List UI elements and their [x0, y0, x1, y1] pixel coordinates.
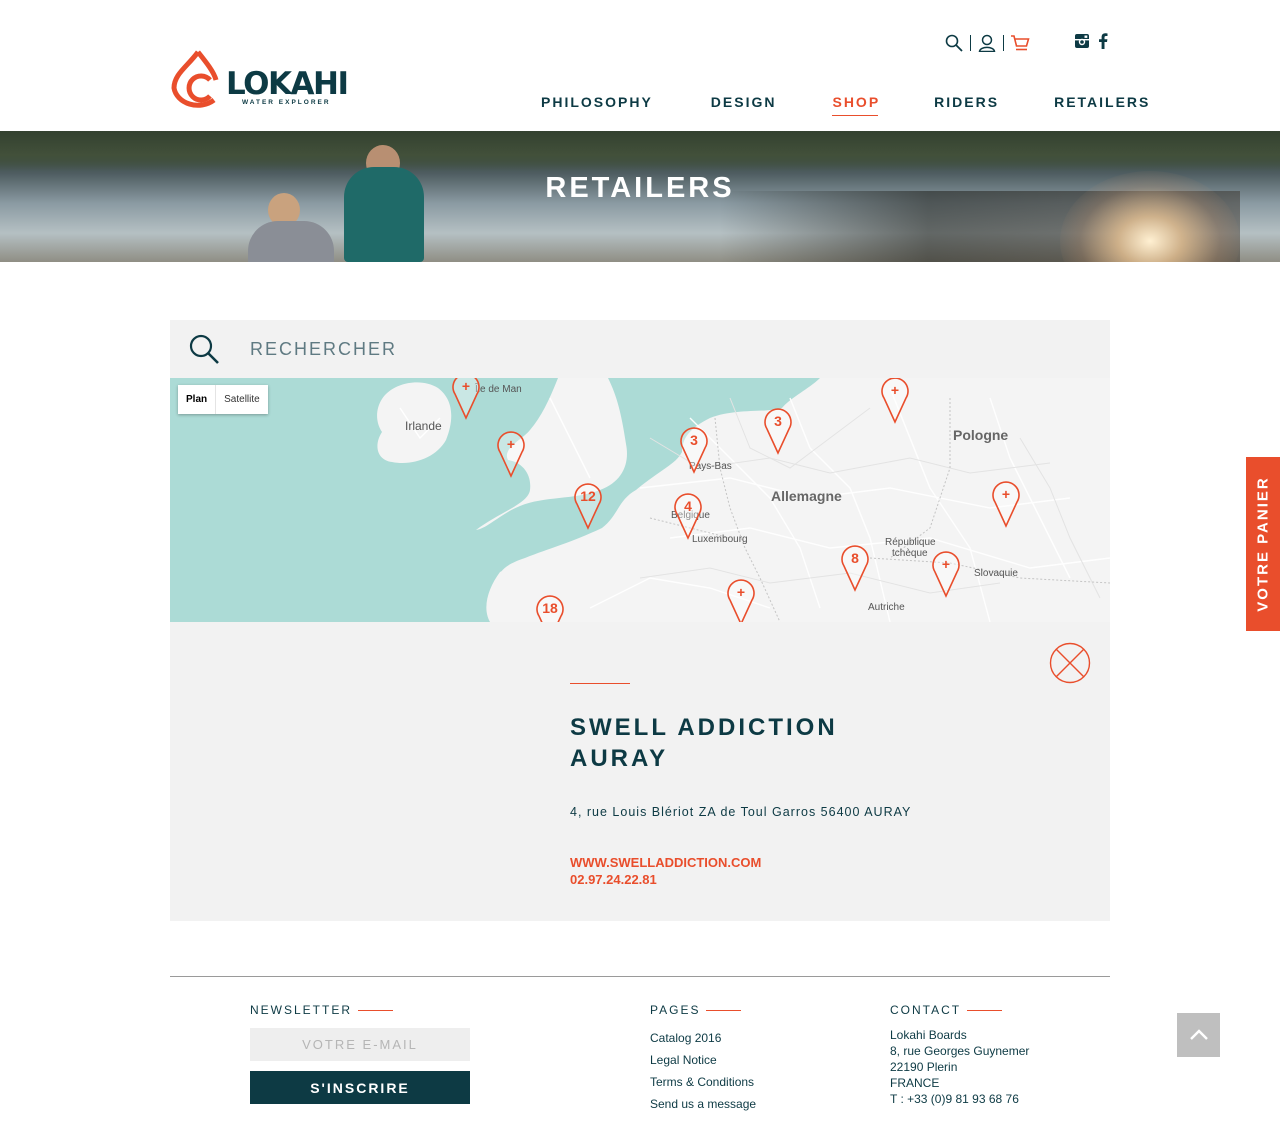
icon-divider: [1003, 35, 1004, 51]
subscribe-button[interactable]: S'INSCRIRE: [250, 1071, 470, 1104]
map-marker-label: 3: [690, 432, 698, 448]
map-marker[interactable]: +: [451, 378, 481, 420]
contact-city: 22190 Plerin: [890, 1060, 958, 1074]
map-marker-label: +: [941, 556, 951, 572]
contact-country: FRANCE: [890, 1076, 940, 1090]
footer-link-terms[interactable]: Terms & Conditions: [650, 1071, 756, 1093]
retailer-phone[interactable]: 02.97.24.22.81: [570, 872, 657, 887]
map-label-slovaquie: Slovaquie: [974, 568, 1018, 579]
map-marker-label: +: [1001, 486, 1011, 502]
map-marker[interactable]: 18: [535, 590, 565, 622]
retailer-website-link[interactable]: WWW.SWELLADDICTION.COM: [570, 855, 761, 870]
cart-side-tab[interactable]: VOTRE PANIER: [1246, 457, 1280, 631]
instagram-icon[interactable]: [1074, 33, 1090, 54]
map-label-autriche: Autriche: [868, 602, 905, 613]
contact-heading: CONTACT: [890, 1003, 1003, 1017]
map-label-tcheque: tchèque: [892, 548, 928, 559]
map-marker-label: 4: [684, 498, 692, 514]
contact-street: 8, rue Georges Guynemer: [890, 1044, 1030, 1058]
contact-phone: T : +33 (0)9 81 93 68 76: [890, 1092, 1019, 1106]
logo-wordmark: LOKAHI: [226, 66, 349, 102]
drop-logo-icon: [171, 50, 219, 108]
logo-tagline: WATER EXPLORER: [242, 99, 331, 106]
newsletter-heading: NEWSLETTER: [250, 1003, 394, 1017]
footer-pages-list: Catalog 2016 Legal Notice Terms & Condit…: [650, 1027, 756, 1115]
main-nav: PHILOSOPHY DESIGN SHOP RIDERS RETAILERS: [541, 94, 1150, 116]
map-label-ile-de-man: Île de Man: [475, 384, 522, 395]
map-marker-label: 8: [851, 550, 859, 566]
map-marker[interactable]: 3: [763, 403, 793, 455]
detail-accent-line: [570, 683, 630, 684]
user-icon[interactable]: [977, 33, 997, 53]
hero-treeline: [0, 131, 1280, 171]
map-marker[interactable]: +: [496, 426, 526, 478]
map-marker[interactable]: 8: [840, 540, 870, 592]
hero-rider: [248, 221, 334, 262]
map-marker-label: +: [461, 378, 471, 394]
map-marker-label: 18: [542, 600, 558, 616]
back-to-top-button[interactable]: [1177, 1013, 1220, 1057]
map-marker[interactable]: +: [931, 546, 961, 598]
cart-side-tab-label: VOTRE PANIER: [1254, 476, 1272, 612]
map-marker-label: +: [506, 436, 516, 452]
footer-link-legal-notice[interactable]: Legal Notice: [650, 1049, 756, 1071]
nav-shop[interactable]: SHOP: [832, 94, 880, 116]
map-label-pologne: Pologne: [953, 427, 1009, 443]
map-marker[interactable]: +: [991, 476, 1021, 528]
nav-retailers[interactable]: RETAILERS: [1054, 94, 1150, 110]
retailer-map[interactable]: Plan Satellite Irlande Île de Man Pays-B…: [170, 378, 1110, 622]
lokahi-logo[interactable]: LOKAHI WATER EXPLORER: [170, 50, 349, 110]
map-marker-label: +: [736, 584, 746, 600]
retailer-address: 4, rue Louis Blériot ZA de Toul Garros 5…: [570, 805, 912, 819]
nav-philosophy[interactable]: PHILOSOPHY: [541, 94, 653, 110]
retailer-detail-panel: SWELL ADDICTION AURAY 4, rue Louis Bléri…: [170, 622, 1110, 921]
site-header: LOKAHI WATER EXPLORER PHILOSOPHY DESIGN …: [0, 0, 1280, 131]
footer-contact-block: Lokahi Boards 8, rue Georges Guynemer 22…: [890, 1027, 1029, 1107]
map-type-toggle: Plan Satellite: [178, 385, 268, 414]
retailer-name: SWELL ADDICTION AURAY: [570, 712, 838, 774]
map-marker-label: +: [890, 382, 900, 398]
retailer-name-line: SWELL ADDICTION: [570, 714, 838, 741]
contact-company: Lokahi Boards: [890, 1028, 967, 1042]
icon-divider: [970, 35, 971, 51]
facebook-icon[interactable]: [1098, 33, 1108, 54]
map-marker-label: 3: [774, 413, 782, 429]
map-label-irlande: Irlande: [405, 419, 442, 433]
map-marker[interactable]: 4: [673, 488, 703, 540]
map-type-plan[interactable]: Plan: [178, 385, 217, 414]
search-icon[interactable]: [188, 333, 220, 370]
footer-link-catalog[interactable]: Catalog 2016: [650, 1027, 756, 1049]
map-marker-label: 12: [580, 488, 596, 504]
chevron-up-icon: [1189, 1029, 1208, 1040]
close-icon[interactable]: [1049, 642, 1091, 684]
footer-link-send-message[interactable]: Send us a message: [650, 1093, 756, 1115]
header-utility-icons: [944, 33, 1030, 53]
map-marker[interactable]: 12: [573, 478, 603, 530]
social-links: [1074, 33, 1108, 54]
search-input[interactable]: [250, 334, 850, 364]
map-type-satellite[interactable]: Satellite: [216, 385, 268, 414]
newsletter-email-input[interactable]: [250, 1028, 470, 1061]
newsletter-heading-text: NEWSLETTER: [250, 1003, 353, 1017]
map-marker[interactable]: +: [726, 574, 756, 622]
pages-heading: PAGES: [650, 1003, 742, 1017]
retailer-search-bar: [170, 320, 1110, 378]
pages-heading-text: PAGES: [650, 1003, 701, 1017]
map-label-republique: République: [885, 537, 936, 548]
nav-design[interactable]: DESIGN: [711, 94, 777, 110]
contact-heading-text: CONTACT: [890, 1003, 962, 1017]
map-base-layer: [170, 378, 1110, 622]
footer-divider: [170, 976, 1110, 977]
cart-icon[interactable]: [1010, 33, 1030, 53]
page-title: RETAILERS: [545, 172, 735, 204]
map-marker[interactable]: 3: [679, 422, 709, 474]
map-label-allemagne: Allemagne: [771, 488, 842, 504]
retailer-city-line: AURAY: [570, 745, 669, 772]
map-marker[interactable]: +: [880, 378, 910, 424]
search-icon[interactable]: [944, 33, 964, 53]
nav-riders[interactable]: RIDERS: [934, 94, 999, 110]
